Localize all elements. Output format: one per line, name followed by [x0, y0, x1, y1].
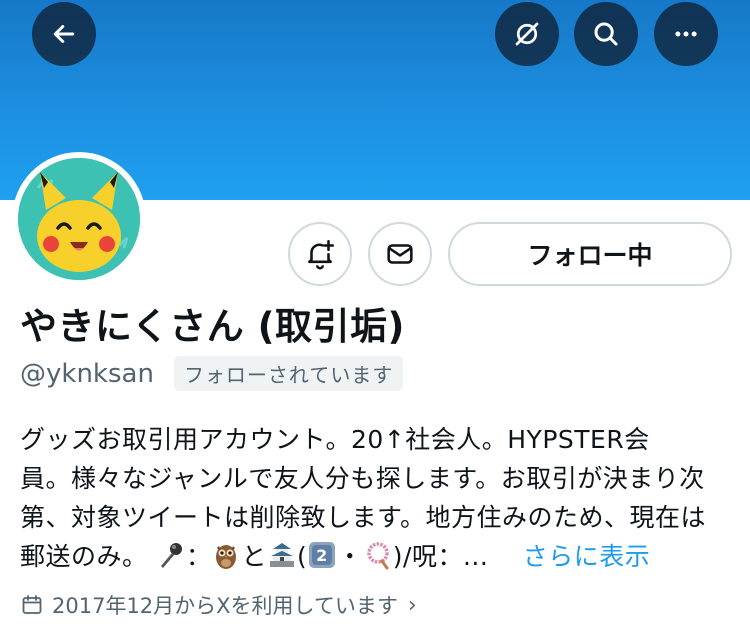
bio-text: 郵送のみ。 — [20, 542, 148, 571]
bio-text: ( — [297, 542, 308, 571]
microphone-icon — [160, 543, 182, 568]
bio-line: 郵送のみ。 ： と ( 2 ・)/呪：... さらに表示 — [20, 537, 732, 576]
bio-line: グッズお取引用アカウント。20↑社会人。HYPSTER会 — [20, 425, 650, 454]
avatar[interactable] — [12, 152, 146, 286]
arrow-left-icon — [53, 25, 75, 43]
profile-handle: @yknksan — [20, 358, 154, 389]
following-button[interactable]: フォロー中 — [448, 222, 732, 286]
svg-text:2: 2 — [316, 546, 328, 565]
grok-button[interactable] — [495, 2, 559, 66]
bell-plus-icon — [308, 239, 335, 270]
show-more-link[interactable]: さらに表示 — [523, 542, 651, 571]
bio-text: と — [241, 542, 267, 571]
bio-text: )/呪：... — [392, 542, 489, 571]
bio-line: 第、対象ツイートは削除致します。地方住みのため、現在は — [20, 503, 707, 532]
follows-you-badge: フォローされています — [173, 356, 404, 391]
bio-line: 員。様々なジャンルで友人分も探します。お取引が決まり次 — [20, 464, 705, 493]
profile-name: やきにくさん (取引垢) — [20, 305, 405, 348]
back-button[interactable] — [32, 2, 96, 66]
pikachu-face-icon — [18, 158, 140, 280]
search-button[interactable] — [574, 2, 638, 66]
joined-text: 2017年12月からXを利用しています — [52, 594, 398, 618]
prayer-beads-icon — [367, 542, 389, 570]
calendar-icon — [22, 595, 42, 614]
circle-slash-icon — [515, 22, 539, 46]
search-icon — [594, 22, 618, 46]
chevron-right-icon: › — [407, 592, 417, 618]
more-button[interactable] — [654, 2, 718, 66]
more-dots-icon — [675, 31, 697, 37]
notifications-button[interactable] — [288, 222, 352, 286]
bio-text: ・ — [337, 542, 363, 571]
japanese-castle-icon — [270, 543, 294, 567]
keycap-2-icon: 2 — [309, 542, 336, 568]
envelope-icon — [387, 244, 413, 264]
joined-date[interactable]: 2017年12月からXを利用しています › — [20, 590, 417, 620]
profile-bio: グッズお取引用アカウント。20↑社会人。HYPSTER会 員。様々なジャンルで友… — [20, 420, 732, 576]
owl-icon — [216, 545, 237, 569]
bio-text: ： — [185, 542, 212, 571]
message-button[interactable] — [368, 222, 432, 286]
